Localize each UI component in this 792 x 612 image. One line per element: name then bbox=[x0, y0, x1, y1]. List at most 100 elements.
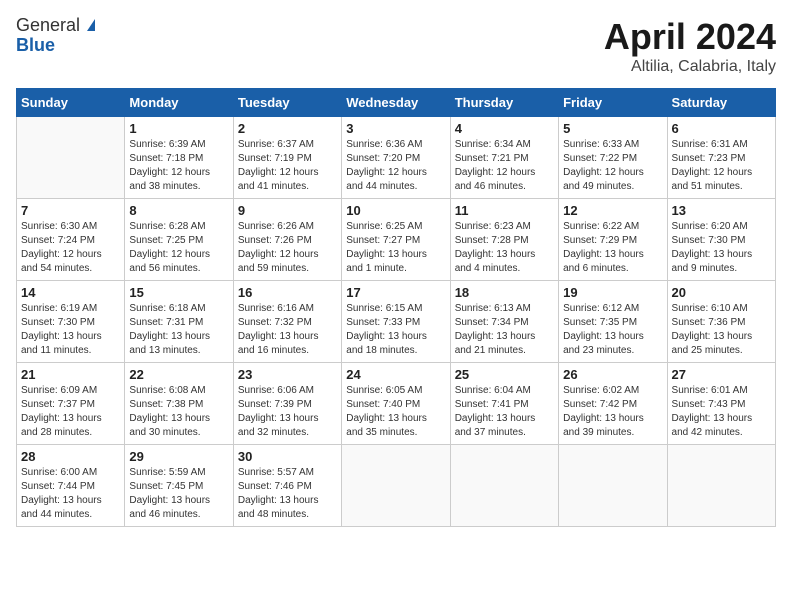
day-number: 15 bbox=[129, 285, 228, 300]
day-info: Sunrise: 6:16 AMSunset: 7:32 PMDaylight:… bbox=[238, 302, 337, 358]
day-number: 4 bbox=[455, 121, 554, 136]
day-info: Sunrise: 6:36 AMSunset: 7:20 PMDaylight:… bbox=[346, 138, 445, 194]
calendar-cell: 12 Sunrise: 6:22 AMSunset: 7:29 PMDayligh… bbox=[559, 199, 667, 281]
calendar-cell: 23 Sunrise: 6:06 AMSunset: 7:39 PMDayligh… bbox=[233, 363, 341, 445]
calendar-cell: 20 Sunrise: 6:10 AMSunset: 7:36 PMDayligh… bbox=[667, 281, 775, 363]
day-info: Sunrise: 6:08 AMSunset: 7:38 PMDaylight:… bbox=[129, 384, 228, 440]
day-number: 26 bbox=[563, 367, 662, 382]
calendar-table: SundayMondayTuesdayWednesdayThursdayFrid… bbox=[16, 88, 776, 527]
column-header-monday: Monday bbox=[125, 89, 233, 117]
day-info: Sunrise: 5:57 AMSunset: 7:46 PMDaylight:… bbox=[238, 466, 337, 522]
calendar-cell: 24 Sunrise: 6:05 AMSunset: 7:40 PMDayligh… bbox=[342, 363, 450, 445]
day-number: 25 bbox=[455, 367, 554, 382]
calendar-cell: 11 Sunrise: 6:23 AMSunset: 7:28 PMDayligh… bbox=[450, 199, 558, 281]
day-info: Sunrise: 6:28 AMSunset: 7:25 PMDaylight:… bbox=[129, 220, 228, 276]
day-info: Sunrise: 6:05 AMSunset: 7:40 PMDaylight:… bbox=[346, 384, 445, 440]
day-info: Sunrise: 6:12 AMSunset: 7:35 PMDaylight:… bbox=[563, 302, 662, 358]
calendar-cell: 7 Sunrise: 6:30 AMSunset: 7:24 PMDaylight… bbox=[17, 199, 125, 281]
day-info: Sunrise: 6:37 AMSunset: 7:19 PMDaylight:… bbox=[238, 138, 337, 194]
page-header: General Blue April 2024 Altilia, Calabri… bbox=[16, 16, 776, 76]
calendar-cell: 5 Sunrise: 6:33 AMSunset: 7:22 PMDaylight… bbox=[559, 117, 667, 199]
calendar-cell: 29Sunrise: 5:59 AMSunset: 7:45 PMDayligh… bbox=[125, 445, 233, 527]
day-number: 12 bbox=[563, 203, 662, 218]
day-number: 13 bbox=[672, 203, 771, 218]
day-info: Sunrise: 6:22 AMSunset: 7:29 PMDaylight:… bbox=[563, 220, 662, 276]
day-number: 30 bbox=[238, 449, 337, 464]
calendar-cell: 8 Sunrise: 6:28 AMSunset: 7:25 PMDaylight… bbox=[125, 199, 233, 281]
day-number: 2 bbox=[238, 121, 337, 136]
calendar-cell: 1Sunrise: 6:39 AMSunset: 7:18 PMDaylight… bbox=[125, 117, 233, 199]
day-info: Sunrise: 6:09 AMSunset: 7:37 PMDaylight:… bbox=[21, 384, 120, 440]
calendar-cell bbox=[342, 445, 450, 527]
calendar-cell: 14Sunrise: 6:19 AMSunset: 7:30 PMDayligh… bbox=[17, 281, 125, 363]
calendar-cell: 21 Sunrise: 6:09 AMSunset: 7:37 PMDayligh… bbox=[17, 363, 125, 445]
day-info: Sunrise: 6:31 AMSunset: 7:23 PMDaylight:… bbox=[672, 138, 771, 194]
calendar-cell: 13 Sunrise: 6:20 AMSunset: 7:30 PMDayligh… bbox=[667, 199, 775, 281]
day-number: 24 bbox=[346, 367, 445, 382]
week-row-2: 7 Sunrise: 6:30 AMSunset: 7:24 PMDaylight… bbox=[17, 199, 776, 281]
calendar-cell: 25 Sunrise: 6:04 AMSunset: 7:41 PMDayligh… bbox=[450, 363, 558, 445]
day-info: Sunrise: 6:33 AMSunset: 7:22 PMDaylight:… bbox=[563, 138, 662, 194]
day-info: Sunrise: 6:23 AMSunset: 7:28 PMDaylight:… bbox=[455, 220, 554, 276]
day-number: 27 bbox=[672, 367, 771, 382]
week-row-1: 1Sunrise: 6:39 AMSunset: 7:18 PMDaylight… bbox=[17, 117, 776, 199]
day-number: 14 bbox=[21, 285, 120, 300]
day-number: 7 bbox=[21, 203, 120, 218]
day-number: 22 bbox=[129, 367, 228, 382]
calendar-cell: 6 Sunrise: 6:31 AMSunset: 7:23 PMDaylight… bbox=[667, 117, 775, 199]
day-info: Sunrise: 6:13 AMSunset: 7:34 PMDaylight:… bbox=[455, 302, 554, 358]
logo-line1: General bbox=[16, 16, 95, 36]
day-info: Sunrise: 6:15 AMSunset: 7:33 PMDaylight:… bbox=[346, 302, 445, 358]
day-number: 6 bbox=[672, 121, 771, 136]
column-header-friday: Friday bbox=[559, 89, 667, 117]
column-header-saturday: Saturday bbox=[667, 89, 775, 117]
calendar-cell: 2 Sunrise: 6:37 AMSunset: 7:19 PMDaylight… bbox=[233, 117, 341, 199]
logo-line2: Blue bbox=[16, 36, 95, 56]
calendar-cell: 17Sunrise: 6:15 AMSunset: 7:33 PMDayligh… bbox=[342, 281, 450, 363]
logo-general-text: General bbox=[16, 15, 80, 35]
logo-blue-text: Blue bbox=[16, 35, 55, 55]
day-number: 20 bbox=[672, 285, 771, 300]
week-row-5: 28Sunrise: 6:00 AMSunset: 7:44 PMDayligh… bbox=[17, 445, 776, 527]
calendar-cell: 3 Sunrise: 6:36 AMSunset: 7:20 PMDaylight… bbox=[342, 117, 450, 199]
day-number: 9 bbox=[238, 203, 337, 218]
calendar-cell bbox=[667, 445, 775, 527]
day-number: 5 bbox=[563, 121, 662, 136]
day-info: Sunrise: 6:01 AMSunset: 7:43 PMDaylight:… bbox=[672, 384, 771, 440]
calendar-cell: 27 Sunrise: 6:01 AMSunset: 7:43 PMDayligh… bbox=[667, 363, 775, 445]
day-number: 21 bbox=[21, 367, 120, 382]
logo-arrow-icon bbox=[87, 19, 95, 31]
column-header-wednesday: Wednesday bbox=[342, 89, 450, 117]
column-header-sunday: Sunday bbox=[17, 89, 125, 117]
column-header-thursday: Thursday bbox=[450, 89, 558, 117]
calendar-cell: 30 Sunrise: 5:57 AMSunset: 7:46 PMDayligh… bbox=[233, 445, 341, 527]
day-info: Sunrise: 6:30 AMSunset: 7:24 PMDaylight:… bbox=[21, 220, 120, 276]
column-header-tuesday: Tuesday bbox=[233, 89, 341, 117]
day-info: Sunrise: 5:59 AMSunset: 7:45 PMDaylight:… bbox=[129, 466, 228, 522]
day-info: Sunrise: 6:02 AMSunset: 7:42 PMDaylight:… bbox=[563, 384, 662, 440]
day-number: 11 bbox=[455, 203, 554, 218]
calendar-cell: 15 Sunrise: 6:18 AMSunset: 7:31 PMDayligh… bbox=[125, 281, 233, 363]
week-row-3: 14Sunrise: 6:19 AMSunset: 7:30 PMDayligh… bbox=[17, 281, 776, 363]
calendar-cell: 28Sunrise: 6:00 AMSunset: 7:44 PMDayligh… bbox=[17, 445, 125, 527]
day-info: Sunrise: 6:20 AMSunset: 7:30 PMDaylight:… bbox=[672, 220, 771, 276]
day-number: 18 bbox=[455, 285, 554, 300]
calendar-cell: 9Sunrise: 6:26 AMSunset: 7:26 PMDaylight… bbox=[233, 199, 341, 281]
day-info: Sunrise: 6:04 AMSunset: 7:41 PMDaylight:… bbox=[455, 384, 554, 440]
calendar-cell: 18 Sunrise: 6:13 AMSunset: 7:34 PMDayligh… bbox=[450, 281, 558, 363]
calendar-cell: 19Sunrise: 6:12 AMSunset: 7:35 PMDayligh… bbox=[559, 281, 667, 363]
day-number: 23 bbox=[238, 367, 337, 382]
day-number: 10 bbox=[346, 203, 445, 218]
day-info: Sunrise: 6:18 AMSunset: 7:31 PMDaylight:… bbox=[129, 302, 228, 358]
month-title: April 2024 bbox=[604, 16, 776, 58]
location-subtitle: Altilia, Calabria, Italy bbox=[604, 58, 776, 76]
day-info: Sunrise: 6:25 AMSunset: 7:27 PMDaylight:… bbox=[346, 220, 445, 276]
day-number: 8 bbox=[129, 203, 228, 218]
calendar-cell bbox=[450, 445, 558, 527]
day-number: 1 bbox=[129, 121, 228, 136]
day-info: Sunrise: 6:10 AMSunset: 7:36 PMDaylight:… bbox=[672, 302, 771, 358]
day-number: 3 bbox=[346, 121, 445, 136]
logo: General Blue bbox=[16, 16, 95, 56]
calendar-cell: 10 Sunrise: 6:25 AMSunset: 7:27 PMDayligh… bbox=[342, 199, 450, 281]
day-info: Sunrise: 6:06 AMSunset: 7:39 PMDaylight:… bbox=[238, 384, 337, 440]
